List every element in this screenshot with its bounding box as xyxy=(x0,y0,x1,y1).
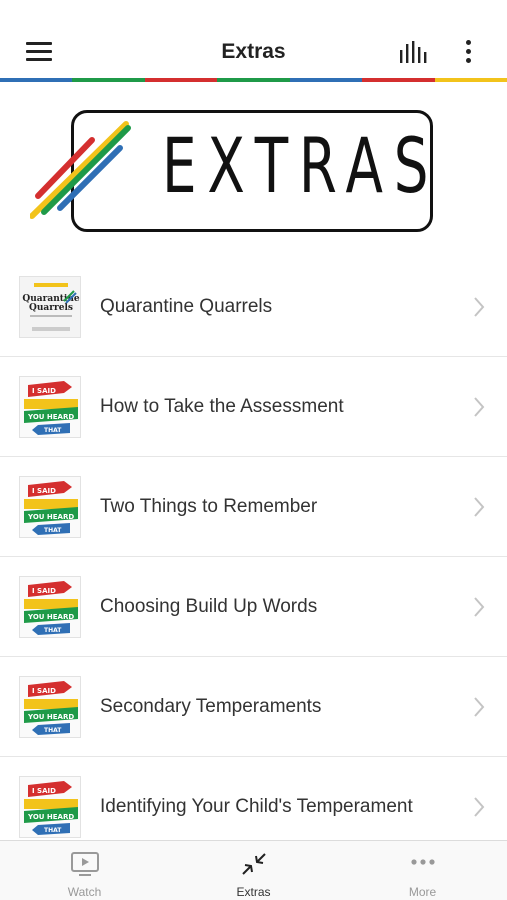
chevron-right-icon xyxy=(474,597,485,617)
chevron-right-icon xyxy=(474,797,485,817)
quarantine-quarrels-book-cover: Quarantine Quarrels xyxy=(19,276,81,338)
list-item[interactable]: I SAID YOU HEARD THAT Identifying Your C… xyxy=(0,757,507,840)
logo-word-bottom: THAT xyxy=(44,527,62,534)
i-said-you-heard-that-logo: I SAID YOU HEARD THAT xyxy=(19,776,81,838)
logo-word-top: I SAID xyxy=(32,787,56,795)
logo-word-bottom: THAT xyxy=(44,627,62,634)
logo-word-top: I SAID xyxy=(32,587,56,595)
stripe-segment xyxy=(289,78,363,82)
i-said-you-heard-that-logo: I SAID YOU HEARD THAT xyxy=(19,576,81,638)
logo-word-middle: YOU HEARD xyxy=(27,713,74,721)
list-item[interactable]: I SAID YOU HEARD THAT Two Things to Reme… xyxy=(0,457,507,557)
i-said-you-heard-that-logo: I SAID YOU HEARD THAT xyxy=(19,476,81,538)
chevron-right-icon xyxy=(474,397,485,417)
logo-word-bottom: THAT xyxy=(44,727,62,734)
logo-word-middle: YOU HEARD xyxy=(27,513,74,521)
list-item[interactable]: I SAID YOU HEARD THAT Secondary Temperam… xyxy=(0,657,507,757)
logo-word-top: I SAID xyxy=(32,687,56,695)
tab-label: Extras xyxy=(236,885,271,899)
vertical-ellipsis-icon[interactable] xyxy=(462,38,474,66)
list-item-label: Quarantine Quarrels xyxy=(100,296,273,317)
logo-word-top: I SAID xyxy=(32,387,56,395)
i-said-you-heard-that-logo: I SAID YOU HEARD THAT xyxy=(19,676,81,738)
status-bar xyxy=(0,0,507,24)
list-item[interactable]: I SAID YOU HEARD THAT How to Take the As… xyxy=(0,357,507,457)
logo-word-middle: YOU HEARD xyxy=(27,813,74,821)
logo-word-middle: YOU HEARD xyxy=(27,413,74,421)
tab-label: More xyxy=(408,885,437,899)
stripe-segment xyxy=(144,78,218,82)
banner-title: EXTRAS xyxy=(162,121,440,210)
equalizer-icon[interactable] xyxy=(399,41,429,63)
tv-play-icon xyxy=(70,852,99,876)
list-item-label: Secondary Temperaments xyxy=(100,696,322,717)
banner-stripes-graphic xyxy=(30,121,131,219)
brand-color-stripe xyxy=(0,78,507,82)
list-item-label: Choosing Build Up Words xyxy=(100,596,318,617)
horizontal-ellipsis-icon xyxy=(410,859,435,865)
extras-list: Quarantine Quarrels Quarantine Quarrels … xyxy=(0,257,507,840)
chevron-right-icon xyxy=(474,697,485,717)
i-said-you-heard-that-logo: I SAID YOU HEARD THAT xyxy=(19,376,81,438)
tab-watch[interactable]: Watch xyxy=(0,841,169,900)
hamburger-menu-icon[interactable] xyxy=(26,42,52,62)
stripe-segment xyxy=(0,78,73,82)
stripe-segment xyxy=(434,78,507,82)
collapse-arrows-icon xyxy=(241,853,266,875)
logo-word-bottom: THAT xyxy=(44,827,62,834)
stripe-segment xyxy=(362,78,435,82)
book-cover-title-line2: Quarrels xyxy=(29,303,73,313)
list-item[interactable]: Quarantine Quarrels Quarantine Quarrels xyxy=(0,257,507,357)
list-item[interactable]: I SAID YOU HEARD THAT Choosing Build Up … xyxy=(0,557,507,657)
logo-word-middle: YOU HEARD xyxy=(27,613,74,621)
extras-banner: EXTRAS xyxy=(30,104,440,238)
logo-word-bottom: THAT xyxy=(44,427,62,434)
bottom-tab-bar: Watch Extras More xyxy=(0,840,507,900)
logo-word-top: I SAID xyxy=(32,487,56,495)
list-item-label: Two Things to Remember xyxy=(100,496,318,517)
tab-more[interactable]: More xyxy=(338,841,507,900)
stripe-segment xyxy=(72,78,145,82)
top-app-bar: Extras xyxy=(0,24,507,78)
page-title: Extras xyxy=(221,40,286,63)
chevron-right-icon xyxy=(474,297,485,317)
list-item-label: How to Take the Assessment xyxy=(100,396,344,417)
tab-extras[interactable]: Extras xyxy=(169,841,338,900)
tab-label: Watch xyxy=(67,885,102,899)
list-item-label: Identifying Your Child's Temperament xyxy=(100,796,413,817)
stripe-segment xyxy=(217,78,290,82)
chevron-right-icon xyxy=(474,497,485,517)
